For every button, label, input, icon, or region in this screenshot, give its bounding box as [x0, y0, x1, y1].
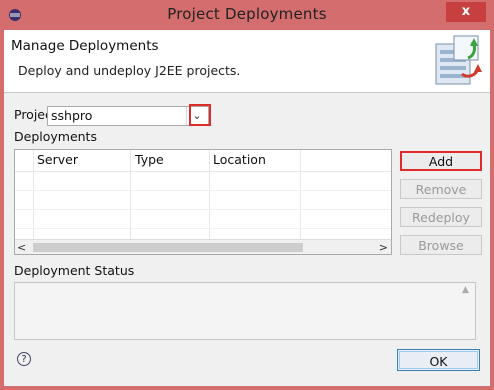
highlight-box: [189, 104, 211, 126]
column-separator: [300, 150, 301, 240]
header-description: Deploy and undeploy J2EE projects.: [18, 63, 241, 78]
title-bar[interactable]: Project Deployments x: [2, 2, 492, 30]
deployments-label: Deployments: [14, 129, 97, 144]
column-separator: [130, 150, 131, 240]
scroll-left-icon[interactable]: <: [17, 240, 26, 254]
close-button[interactable]: x: [446, 2, 486, 22]
vertical-scrollbar[interactable]: ▲: [459, 283, 475, 339]
ok-label: OK: [399, 351, 478, 369]
deployments-table[interactable]: Server Type Location < >: [14, 149, 392, 255]
help-icon[interactable]: ?: [17, 352, 31, 366]
browse-button[interactable]: Browse: [400, 235, 482, 255]
window-title: Project Deployments: [167, 5, 327, 23]
header-title: Manage Deployments: [11, 38, 159, 54]
deployment-status-label: Deployment Status: [14, 263, 135, 278]
row-separator: [15, 209, 391, 210]
dialog-content: Manage Deployments Deploy and undeploy J…: [4, 30, 490, 386]
table-header: Server Type Location: [15, 150, 391, 172]
row-separator: [15, 228, 391, 229]
horizontal-scrollbar[interactable]: < >: [15, 239, 391, 254]
scroll-right-icon[interactable]: >: [379, 240, 388, 254]
remove-button[interactable]: Remove: [400, 179, 482, 199]
dialog-header: Manage Deployments Deploy and undeploy J…: [4, 30, 490, 93]
column-separator: [33, 150, 34, 240]
column-header-location[interactable]: Location: [213, 152, 266, 167]
deployment-status-area: ▲: [14, 282, 476, 340]
column-header-type[interactable]: Type: [135, 152, 164, 167]
column-separator: [209, 150, 210, 240]
redeploy-button[interactable]: Redeploy: [400, 207, 482, 227]
ok-button[interactable]: OK: [397, 349, 480, 371]
deployment-banner-icon: [435, 35, 482, 85]
project-value: sshpro: [51, 108, 93, 123]
close-icon: x: [461, 4, 471, 19]
row-separator: [15, 190, 391, 191]
scrollbar-thumb[interactable]: [33, 243, 303, 252]
dialog-window: Project Deployments x Manage Deployments…: [0, 0, 494, 390]
scroll-up-icon[interactable]: ▲: [462, 285, 469, 295]
project-combo[interactable]: sshpro ⌄: [47, 104, 211, 126]
column-header-server[interactable]: Server: [37, 152, 78, 167]
add-button[interactable]: Add: [400, 151, 482, 171]
